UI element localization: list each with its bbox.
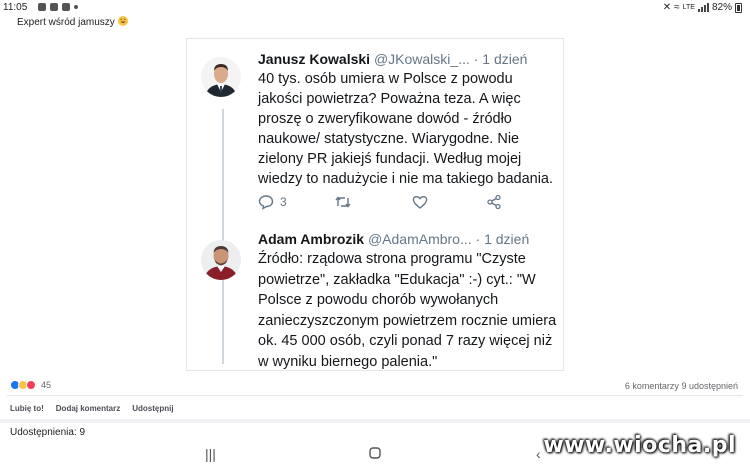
comments-count[interactable]: 6 komentarzy	[625, 381, 679, 391]
wifi-icon: ≈	[674, 2, 680, 13]
tweet-handle: @JKowalski_...	[373, 51, 470, 67]
tweet: Janusz Kowalski @JKowalski_... · 1 dzień…	[258, 51, 558, 189]
tweet-handle: @AdamAmbro...	[367, 231, 472, 247]
home-icon[interactable]	[369, 446, 381, 462]
post-text: Expert wśród jamuszy	[17, 16, 128, 28]
dot-icon	[74, 5, 78, 9]
retweet-icon	[335, 196, 351, 208]
recent-apps-icon[interactable]: |||	[205, 446, 216, 462]
love-reaction-icon	[26, 380, 36, 390]
reply-icon	[258, 195, 274, 210]
reactions-summary[interactable]: 45	[10, 380, 51, 390]
reply-count: 3	[280, 195, 287, 209]
like-action	[412, 194, 428, 210]
reply-action: 3	[258, 194, 287, 210]
tweet-author-name: Janusz Kowalski	[258, 51, 371, 67]
avatar	[201, 240, 241, 280]
status-time: 11:05	[3, 2, 28, 13]
gallery-icon	[38, 3, 46, 11]
divider	[7, 395, 743, 396]
tweet-header: Adam Ambrozik @AdamAmbro... · 1 dzień	[258, 231, 558, 247]
tweet-text: Źródło: rządowa strona programu "Czyste …	[258, 251, 557, 370]
tweet: Adam Ambrozik @AdamAmbro... · 1 dzień Źr…	[258, 231, 558, 372]
post-actions: Lubię to! Dodaj komentarz Udostępnij	[10, 404, 174, 413]
signal-icon	[697, 3, 709, 12]
screen: 11:05 ✕ ≈ LTE 82% Expert wśród jamuszy J…	[0, 0, 750, 469]
settings-icon	[62, 3, 70, 11]
tweet-actions: 3	[258, 194, 518, 212]
shares-line[interactable]: Udostępnienia: 9	[10, 427, 85, 438]
notification-icons	[38, 3, 78, 11]
status-right: ✕ ≈ LTE 82%	[663, 2, 742, 13]
status-bar: 11:05 ✕ ≈ LTE 82%	[0, 0, 750, 16]
battery-percent: 82%	[711, 2, 732, 13]
tweet-text: 40 tys. osób umiera w Polsce z powodu ja…	[258, 71, 554, 187]
watermark: www.wiocha.pl	[543, 433, 736, 458]
network-type: LTE	[682, 4, 695, 11]
retweet-action	[334, 194, 352, 210]
tweet-author-name: Adam Ambrozik	[258, 231, 365, 247]
tweet-time: · 1 dzień	[473, 51, 528, 67]
share-icon	[487, 194, 501, 210]
post-stats: 6 komentarzy 9 udostępnień	[625, 381, 738, 391]
like-button[interactable]: Lubię to!	[10, 404, 44, 413]
share-button[interactable]: Udostępnij	[132, 404, 173, 413]
messenger-icon	[50, 3, 58, 11]
tweet-header: Janusz Kowalski @JKowalski_... · 1 dzień	[258, 51, 558, 67]
tweet-time: · 1 dzień	[475, 231, 530, 247]
divider	[0, 419, 750, 423]
laughing-emoji-icon	[117, 16, 128, 26]
share-action	[486, 194, 502, 210]
reaction-count: 45	[41, 380, 52, 390]
battery-icon	[735, 2, 742, 13]
shares-count[interactable]: 9 udostępnień	[681, 381, 738, 391]
tweet-image[interactable]: Janusz Kowalski @JKowalski_... · 1 dzień…	[186, 38, 564, 371]
thread-line	[222, 109, 224, 364]
post-title: Expert wśród jamuszy	[17, 17, 115, 28]
back-icon[interactable]: ‹	[536, 446, 541, 462]
avatar	[201, 57, 241, 97]
heart-icon	[412, 195, 428, 209]
comment-button[interactable]: Dodaj komentarz	[56, 404, 120, 413]
mute-icon: ✕	[662, 2, 672, 13]
